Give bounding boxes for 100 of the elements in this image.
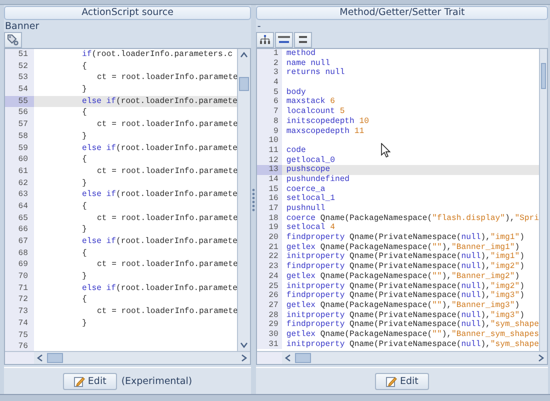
line-number: 15 xyxy=(257,184,282,194)
code-line: { xyxy=(82,202,87,211)
vertical-scrollbar[interactable] xyxy=(237,49,250,351)
code-line: initproperty Qname(PrivateNamespace(null),"img1") xyxy=(286,252,524,262)
line-number: 6 xyxy=(257,97,282,108)
code-line: } xyxy=(82,132,87,141)
code-line: ct = root.loaderInfo.paramete xyxy=(97,260,237,270)
code-line: else if(root.loaderInfo.paramete xyxy=(82,190,237,200)
vertical-scrollbar[interactable] xyxy=(539,49,547,351)
code-line: coerce_a xyxy=(286,184,326,194)
line-number: 29 xyxy=(257,320,282,330)
code-line: getlocal_0 xyxy=(286,156,335,165)
code-line: { xyxy=(82,248,87,258)
line-number: 28 xyxy=(257,310,282,320)
code-line: else if(root.loaderInfo.paramete xyxy=(82,284,237,293)
pencil-icon xyxy=(74,376,85,386)
line-number: 9 xyxy=(257,126,282,136)
line-gutter xyxy=(257,352,282,364)
splitter-grip[interactable] xyxy=(252,188,256,212)
code-line: initscopedepth 10 xyxy=(286,116,369,126)
experimental-note: (Experimental) xyxy=(121,376,192,386)
code-line: pushundefined xyxy=(286,174,350,184)
line-number: 22 xyxy=(257,252,282,262)
code-line: } xyxy=(82,225,87,234)
code-line: ct = root.loaderInfo.paramete xyxy=(97,307,237,316)
code-line: if(root.loaderInfo.parameters.c xyxy=(82,50,233,59)
code-line: } xyxy=(82,85,87,94)
panel-label: - xyxy=(256,21,262,32)
scroll-thumb[interactable] xyxy=(295,353,312,363)
code-line: getlex Qname(PackageNamespace(""),"Banner_sym_shapes xyxy=(286,330,539,339)
code-line: returns null xyxy=(286,68,345,78)
code-line: method xyxy=(286,49,316,58)
code-line: name null xyxy=(286,58,330,68)
panel-label: Banner xyxy=(4,21,40,32)
line-number: 17 xyxy=(257,204,282,214)
code-line: getlex Qname(PackageNamespace(""),"Banner_img1") xyxy=(286,242,520,252)
code-line: findproperty Qname(PrivateNamespace(null),"sym_shape xyxy=(286,320,539,330)
code-editor[interactable] xyxy=(256,48,548,365)
code-line: pushscope xyxy=(286,165,330,174)
code-line: ct = root.loaderInfo.paramete xyxy=(97,166,237,176)
code-line: coerce Qname(PackageNamespace("flash.display"),"Spri xyxy=(286,214,539,223)
code-line: initproperty Qname(PrivateNamespace(null),"img3") xyxy=(286,310,524,320)
panel-title: ActionScript source xyxy=(4,6,251,20)
line-number: 25 xyxy=(257,282,282,292)
line-number: 4 xyxy=(257,78,282,88)
panel-title: Method/Getter/Setter Trait xyxy=(256,6,548,20)
line-number: 12 xyxy=(257,156,282,166)
line-number: 3 xyxy=(257,68,282,78)
code-line: else if(root.loaderInfo.paramete xyxy=(82,144,237,152)
line-number: 2 xyxy=(257,58,282,68)
code-line: { xyxy=(82,295,87,304)
code-line: maxscopedepth 11 xyxy=(286,126,364,136)
line-number: 8 xyxy=(257,116,282,126)
line-number: 21 xyxy=(257,242,282,252)
code-line: setlocal 4 xyxy=(286,223,335,232)
line-number: 26 xyxy=(257,291,282,301)
code-line: code xyxy=(286,146,306,155)
scroll-thumb[interactable] xyxy=(239,77,249,91)
line-gutter xyxy=(5,352,34,364)
scroll-thumb[interactable] xyxy=(47,353,63,363)
code-line: setlocal_1 xyxy=(286,194,335,204)
code-line: initproperty Qname(PrivateNamespace(null),"img2") xyxy=(286,282,524,290)
code-line: { xyxy=(82,155,87,164)
line-number: 7 xyxy=(257,107,282,117)
code-line: else if(root.loaderInfo.paramete xyxy=(82,96,237,106)
mouse-cursor-icon xyxy=(381,143,391,158)
line-number: 30 xyxy=(257,330,282,340)
line-number: 13 xyxy=(257,165,282,175)
code-line: initproperty Qname(PrivateNamespace(null),"sym_shape xyxy=(286,340,539,349)
line-number: 16 xyxy=(257,194,282,204)
hierarchy-icon[interactable] xyxy=(256,32,274,48)
line-number: 27 xyxy=(257,300,282,311)
line-number: 20 xyxy=(257,233,282,243)
edit-button[interactable]: Edit xyxy=(62,372,118,390)
code-line: pushnull xyxy=(286,204,326,213)
code-line: findproperty Qname(PrivateNamespace(null),"img3") xyxy=(286,291,524,300)
code-line: ct = root.loaderInfo.paramete xyxy=(97,214,237,223)
line-number: 1 xyxy=(257,49,282,59)
code-editor[interactable] xyxy=(4,48,251,365)
code-line: ct = root.loaderInfo.paramete xyxy=(97,120,237,130)
pencil-icon xyxy=(386,376,397,386)
line-number: 31 xyxy=(257,340,282,350)
scroll-thumb[interactable] xyxy=(541,63,546,89)
code-line: findproperty Qname(PrivateNamespace(null),"img2") xyxy=(286,262,524,272)
code-line: maxstack 6 xyxy=(286,97,335,106)
edit-button[interactable]: Edit xyxy=(374,372,430,390)
code-line: getlex Qname(PackageNamespace(""),"Banner_img3") xyxy=(286,300,520,310)
code-line: { xyxy=(82,108,87,118)
tag-gear-icon[interactable] xyxy=(4,32,22,48)
line-number: 24 xyxy=(257,272,282,282)
line-number: 11 xyxy=(257,146,282,156)
code-line: ct = root.loaderInfo.paramete xyxy=(97,73,237,82)
code-line: } xyxy=(82,272,87,282)
code-line: } xyxy=(82,318,87,328)
code-line: findproperty Qname(PrivateNamespace(null),"img1") xyxy=(286,233,524,242)
code-line: localcount 5 xyxy=(286,107,345,116)
line-number: 19 xyxy=(257,223,282,234)
code-line: getlex Qname(PackageNamespace(""),"Banner_img2") xyxy=(286,272,520,281)
line-number: 18 xyxy=(257,214,282,224)
line-number: 10 xyxy=(257,136,282,146)
